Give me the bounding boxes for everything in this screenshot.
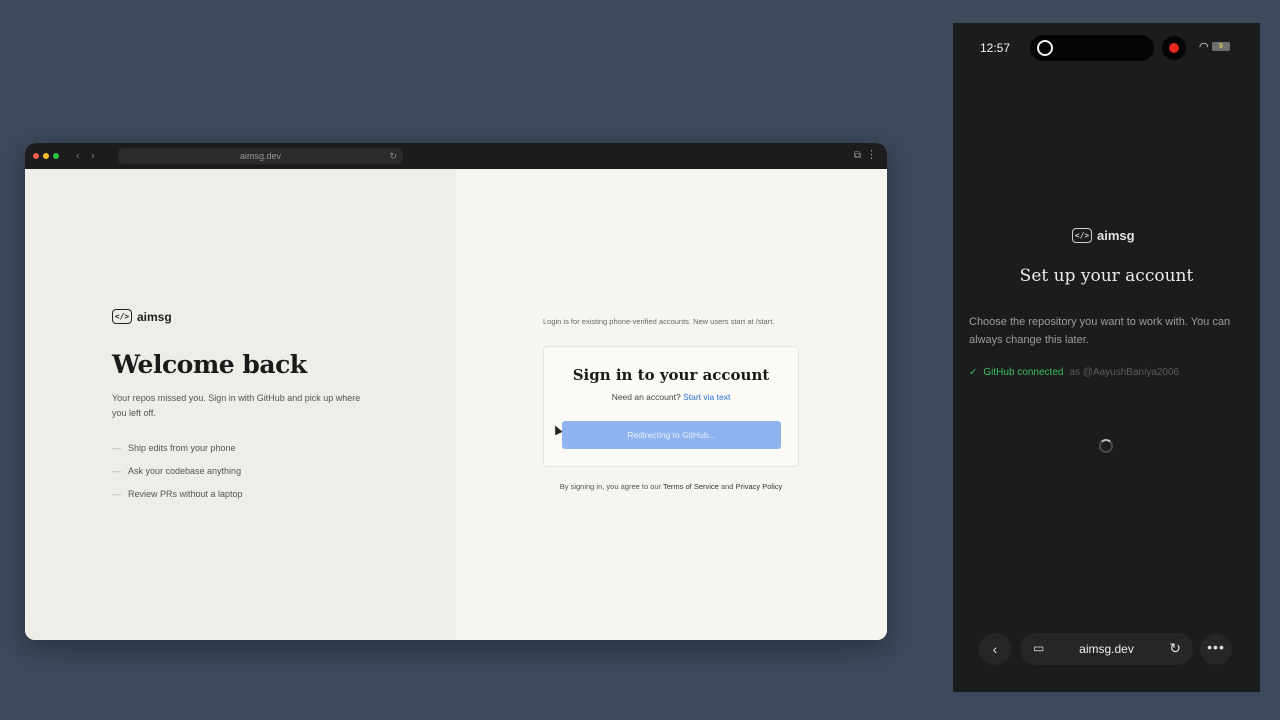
status-time: 12:57 bbox=[980, 41, 1011, 55]
extensions-icon[interactable]: ⧉ bbox=[854, 149, 861, 163]
setup-title: Set up your account bbox=[1019, 266, 1194, 286]
brand-name: aimsg bbox=[137, 309, 172, 324]
battery-icon: 9 bbox=[1212, 42, 1230, 51]
github-connected-label: GitHub connected bbox=[983, 367, 1064, 378]
dynamic-island bbox=[1030, 35, 1154, 61]
privacy-policy-link[interactable]: Privacy Policy bbox=[736, 482, 783, 491]
brand-name: aimsg bbox=[1097, 228, 1135, 243]
github-status: ✓ GitHub connected as @AayushBaniya2006 bbox=[969, 367, 1179, 378]
github-signin-button[interactable]: Redirecting to GitHub... bbox=[562, 421, 781, 449]
signin-panel: Login is for existing phone-verified acc… bbox=[456, 169, 887, 640]
more-icon: ••• bbox=[1207, 639, 1225, 655]
feature-label: Review PRs without a laptop bbox=[128, 489, 243, 499]
dash-icon: — bbox=[112, 489, 121, 499]
welcome-panel: </> aimsg Welcome back Your repos missed… bbox=[25, 169, 456, 640]
loading-spinner-icon bbox=[1099, 439, 1113, 453]
chevron-left-icon: ‹ bbox=[992, 641, 998, 657]
address-bar[interactable]: aimsg.dev ↻ bbox=[118, 148, 403, 164]
address-text: aimsg.dev bbox=[239, 151, 282, 161]
setup-description: Choose the repository you want to work w… bbox=[969, 316, 1231, 346]
terms-text: By signing in, you agree to our Terms of… bbox=[543, 482, 799, 491]
code-icon: </> bbox=[1072, 228, 1092, 243]
back-icon[interactable]: ‹ bbox=[76, 149, 80, 163]
reload-icon[interactable]: ↻ bbox=[1169, 640, 1181, 657]
dash-icon: — bbox=[112, 466, 121, 476]
feature-item: — Ship edits from your phone bbox=[112, 443, 243, 466]
wifi-icon: ◠ bbox=[1199, 41, 1209, 53]
mobile-address-text: aimsg.dev bbox=[1079, 642, 1134, 656]
close-window-button[interactable] bbox=[33, 153, 39, 159]
feature-label: Ship edits from your phone bbox=[128, 443, 236, 453]
need-account-label: Need an account? bbox=[611, 392, 681, 402]
welcome-title: Welcome back bbox=[112, 350, 307, 379]
signin-title: Sign in to your account bbox=[572, 366, 770, 384]
forward-icon[interactable]: › bbox=[91, 149, 95, 163]
reload-icon[interactable]: ↻ bbox=[389, 148, 397, 164]
mobile-address-bar[interactable]: ▭ aimsg.dev ↻ bbox=[1020, 633, 1193, 665]
feature-item: — Review PRs without a laptop bbox=[112, 489, 243, 512]
terms-and: and bbox=[720, 482, 734, 491]
feature-list: — Ship edits from your phone — Ask your co… bbox=[112, 443, 243, 512]
browser-toolbar: ‹ › aimsg.dev ↻ ⧉ ⋮ bbox=[25, 143, 887, 169]
brand-logo: </> aimsg bbox=[112, 309, 172, 324]
mobile-browser-toolbar: ‹ ▭ aimsg.dev ↻ ••• bbox=[953, 631, 1260, 667]
brand-logo: </> aimsg bbox=[1072, 228, 1135, 243]
login-note: Login is for existing phone-verified acc… bbox=[543, 317, 775, 326]
browser-window: ‹ › aimsg.dev ↻ ⧉ ⋮ </> aimsg Welcome ba… bbox=[25, 143, 887, 640]
activity-ring-icon bbox=[1037, 40, 1053, 56]
back-button[interactable]: ‹ bbox=[979, 633, 1011, 665]
browser-menu-icon[interactable]: ⋮ bbox=[866, 148, 877, 162]
signin-card: Sign in to your account Need an account?… bbox=[543, 346, 799, 467]
need-account-text: Need an account? Start via text bbox=[544, 392, 798, 402]
github-username: as @AayushBaniya2006 bbox=[1069, 367, 1180, 378]
terms-of-service-link[interactable]: Terms of Service bbox=[663, 482, 719, 491]
record-icon bbox=[1169, 43, 1179, 53]
recording-indicator bbox=[1162, 36, 1186, 60]
phone-screen: 12:57 ◠ 9 </> aimsg Set up your account … bbox=[953, 23, 1260, 692]
dash-icon: — bbox=[112, 443, 121, 453]
more-button[interactable]: ••• bbox=[1200, 633, 1232, 665]
maximize-window-button[interactable] bbox=[53, 153, 59, 159]
code-icon: </> bbox=[112, 309, 132, 324]
welcome-subtitle: Your repos missed you. Sign in with GitH… bbox=[112, 393, 361, 418]
minimize-window-button[interactable] bbox=[43, 153, 49, 159]
terms-prefix: By signing in, you agree to our bbox=[559, 482, 662, 491]
feature-item: — Ask your codebase anything bbox=[112, 466, 243, 489]
feature-label: Ask your codebase anything bbox=[128, 466, 242, 476]
start-via-text-link[interactable]: Start via text bbox=[683, 392, 730, 402]
check-icon: ✓ bbox=[969, 367, 978, 378]
